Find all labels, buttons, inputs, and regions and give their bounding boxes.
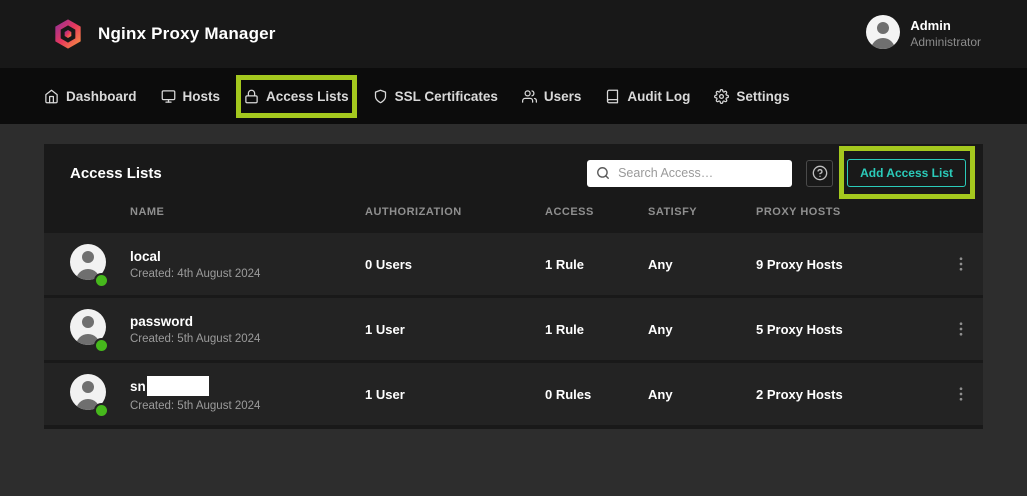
redaction-box [147, 376, 209, 396]
access-list-created: Created: 5th August 2024 [130, 333, 365, 345]
proxy-hosts-cell: 5 Proxy Hosts [756, 322, 939, 337]
kebab-menu-icon [952, 255, 970, 273]
satisfy-cell: Any [648, 322, 756, 337]
nav-item-audit-log[interactable]: Audit Log [605, 89, 690, 104]
column-header-proxy-hosts: PROXY HOSTS [756, 206, 939, 218]
column-header-access: ACCESS [545, 206, 648, 218]
search-input[interactable] [616, 165, 783, 181]
row-avatar [70, 244, 106, 285]
monitor-icon [161, 89, 176, 104]
search-box [587, 160, 792, 187]
row-avatar [70, 309, 106, 350]
access-list-name: sn [130, 379, 146, 394]
nav-item-users[interactable]: Users [522, 89, 582, 104]
access-cell: 1 Rule [545, 322, 648, 337]
access-list-name: password [130, 314, 193, 329]
nav-item-settings[interactable]: Settings [714, 89, 789, 104]
access-list-name: local [130, 249, 161, 264]
kebab-menu-icon [952, 385, 970, 403]
table-row[interactable]: sn Created: 5th August 2024 1 User 0 Rul… [44, 363, 983, 425]
home-icon [44, 89, 59, 104]
authorization-cell: 0 Users [365, 257, 545, 272]
user-role: Administrator [910, 35, 981, 50]
row-menu-button[interactable] [939, 363, 983, 425]
satisfy-cell: Any [648, 257, 756, 272]
row-menu-button[interactable] [939, 298, 983, 360]
add-access-list-button[interactable]: Add Access List [847, 159, 966, 187]
online-status-dot [96, 275, 107, 286]
row-menu-button[interactable] [939, 233, 983, 295]
users-icon [522, 89, 537, 104]
proxy-hosts-cell: 2 Proxy Hosts [756, 387, 939, 402]
table-header-row: NAME AUTHORIZATION ACCESS SATISFY PROXY … [44, 196, 983, 233]
lock-icon [244, 89, 259, 104]
access-cell: 1 Rule [545, 257, 648, 272]
book-icon [605, 89, 620, 104]
access-list-created: Created: 5th August 2024 [130, 400, 365, 412]
access-lists-panel: Access Lists Add Access List NAME A [44, 144, 983, 429]
main-nav: Dashboard Hosts Access Lists SSL Certifi… [0, 68, 1027, 124]
satisfy-cell: Any [648, 387, 756, 402]
main-content: Access Lists Add Access List NAME A [0, 124, 1027, 429]
user-menu[interactable]: Admin Administrator [866, 15, 981, 54]
kebab-menu-icon [952, 320, 970, 338]
page-title: Access Lists [70, 165, 162, 182]
access-lists-table: NAME AUTHORIZATION ACCESS SATISFY PROXY … [44, 196, 983, 425]
online-status-dot [96, 405, 107, 416]
nav-item-hosts[interactable]: Hosts [161, 89, 221, 104]
column-header-name: NAME [130, 206, 365, 218]
access-list-created: Created: 4th August 2024 [130, 268, 365, 280]
column-header-satisfy: SATISFY [648, 206, 756, 218]
proxy-hosts-cell: 9 Proxy Hosts [756, 257, 939, 272]
table-row[interactable]: local Created: 4th August 2024 0 Users 1… [44, 233, 983, 295]
search-icon [596, 166, 610, 180]
online-status-dot [96, 340, 107, 351]
authorization-cell: 1 User [365, 322, 545, 337]
app-title: Nginx Proxy Manager [98, 24, 276, 44]
authorization-cell: 1 User [365, 387, 545, 402]
row-avatar [70, 374, 106, 415]
nav-item-ssl-certificates[interactable]: SSL Certificates [373, 89, 498, 104]
app-brand[interactable]: Nginx Proxy Manager [52, 18, 276, 50]
nav-item-dashboard[interactable]: Dashboard [44, 89, 137, 104]
shield-icon [373, 89, 388, 104]
user-name: Admin [910, 18, 981, 34]
help-circle-icon [812, 165, 828, 181]
top-bar: Nginx Proxy Manager Admin Administrator [0, 0, 1027, 68]
table-row[interactable]: password Created: 5th August 2024 1 User… [44, 298, 983, 360]
gear-icon [714, 89, 729, 104]
access-cell: 0 Rules [545, 387, 648, 402]
help-button[interactable] [806, 160, 833, 187]
user-avatar [866, 15, 900, 54]
column-header-authorization: AUTHORIZATION [365, 206, 545, 218]
nav-item-access-lists[interactable]: Access Lists [244, 89, 349, 104]
app-logo-icon [52, 18, 84, 50]
